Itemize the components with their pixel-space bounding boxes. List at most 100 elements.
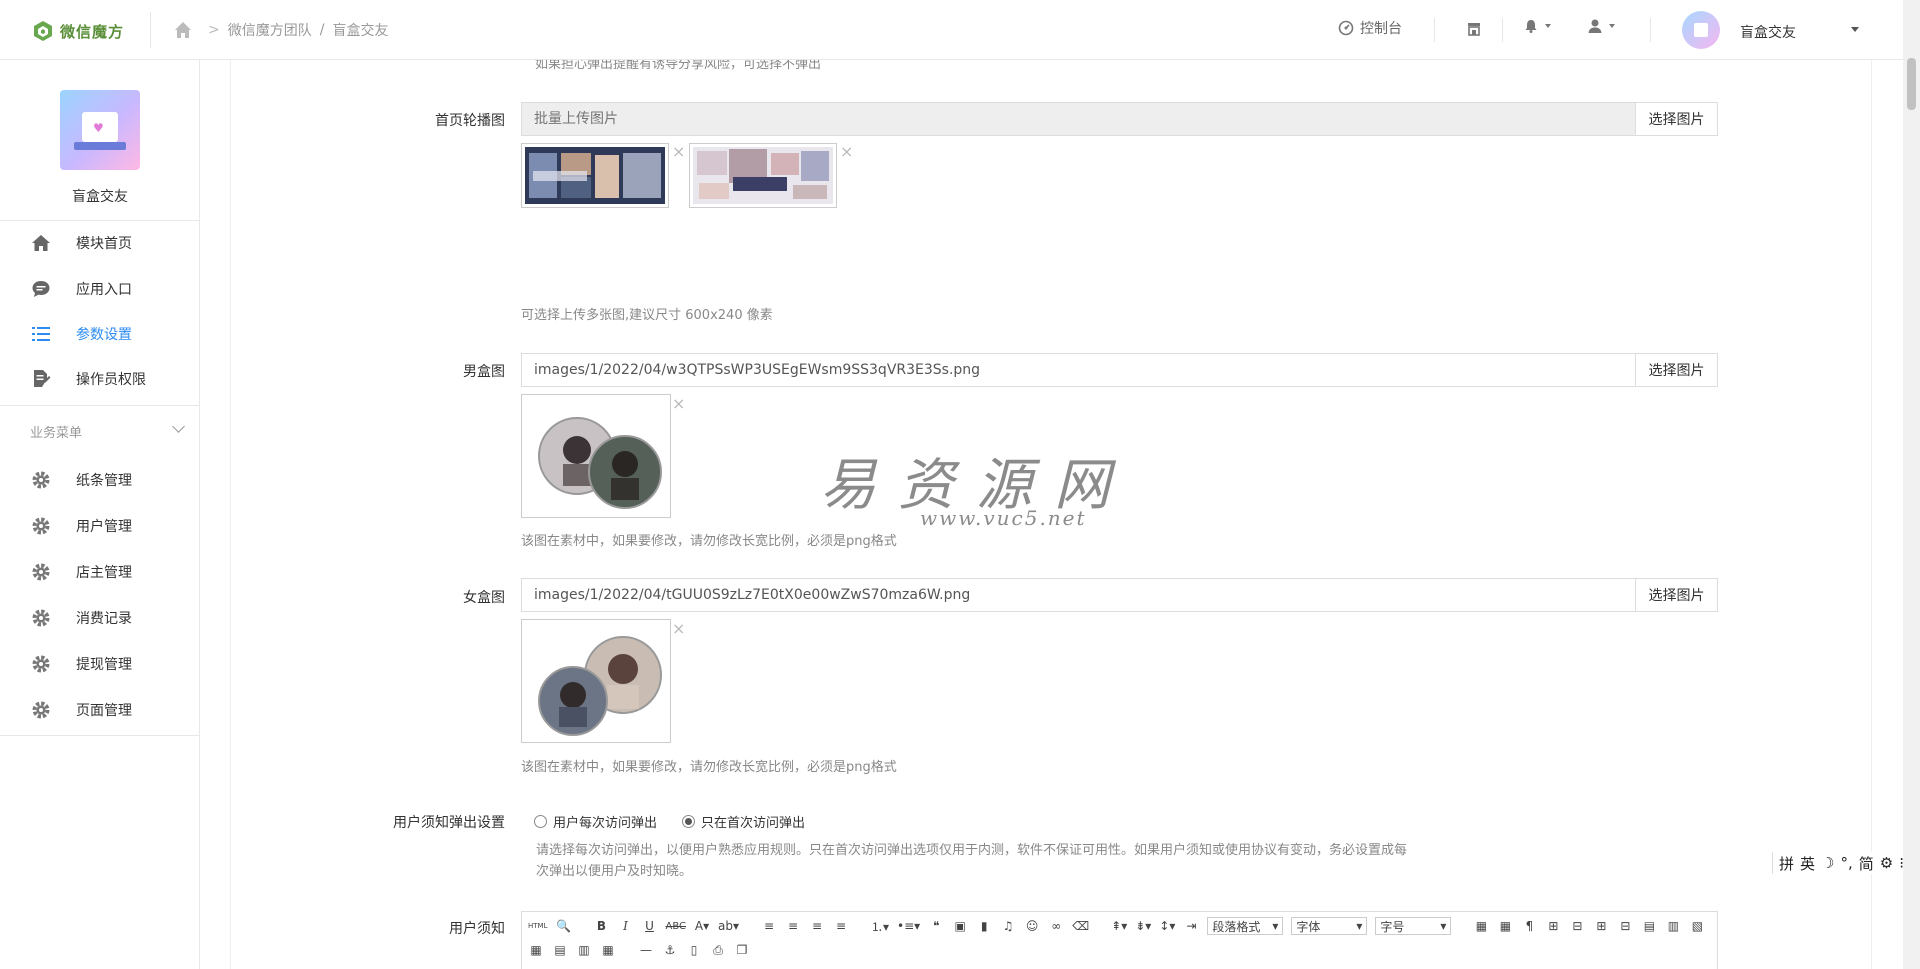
- close-icon[interactable]: ×: [672, 396, 685, 412]
- radio-button-checked[interactable]: [682, 815, 695, 828]
- sidebar-item-operator-permissions[interactable]: 操作员权限: [0, 359, 200, 399]
- chevron-down-icon[interactable]: [172, 420, 185, 433]
- vertical-scrollbar[interactable]: [1903, 0, 1920, 969]
- music-icon[interactable]: ♫: [1000, 917, 1016, 935]
- banner-upload-input[interactable]: [522, 103, 1635, 135]
- align-center-icon[interactable]: ≡: [785, 917, 801, 935]
- banner-image-thumb-2[interactable]: [689, 143, 837, 208]
- merge-right-icon[interactable]: ▥: [1665, 917, 1681, 935]
- insert-row-icon[interactable]: ⊞: [1545, 917, 1561, 935]
- ordered-list-icon[interactable]: ⒈▾: [871, 917, 889, 935]
- html-source-button[interactable]: HTML: [528, 917, 547, 935]
- blockquote-icon[interactable]: ❝: [928, 917, 944, 935]
- divider: [150, 12, 151, 48]
- female-box-image-thumb[interactable]: [521, 619, 671, 743]
- close-icon[interactable]: ×: [672, 144, 685, 160]
- file-icon[interactable]: ▮: [976, 917, 992, 935]
- sidebar-item-module-home[interactable]: 模块首页: [0, 223, 200, 263]
- paragraph-format-select[interactable]: 段落格式 ▾: [1207, 917, 1284, 935]
- table-props-icon[interactable]: ▦: [1497, 917, 1513, 935]
- sidebar-item-withdrawals[interactable]: 提现管理: [0, 644, 200, 684]
- delete-col-icon[interactable]: ⊟: [1617, 917, 1633, 935]
- merge-cells-icon[interactable]: ▤: [1641, 917, 1657, 935]
- divider: [0, 735, 200, 736]
- breadcrumb-item-app[interactable]: 盲盒交友: [332, 20, 388, 40]
- align-right-icon[interactable]: ≡: [809, 917, 825, 935]
- italic-icon[interactable]: I: [617, 917, 633, 935]
- close-icon[interactable]: ×: [672, 621, 685, 637]
- notice-popup-label: 用户须知弹出设置: [393, 815, 505, 831]
- radio-first-visit[interactable]: 只在首次访问弹出: [682, 812, 805, 831]
- insert-para-icon[interactable]: ¶: [1521, 917, 1537, 935]
- font-family-select[interactable]: 字体 ▾: [1291, 917, 1368, 935]
- insert-col-icon[interactable]: ⊞: [1593, 917, 1609, 935]
- horizontal-rule-icon[interactable]: —: [638, 941, 654, 959]
- radio-every-visit[interactable]: 用户每次访问弹出: [534, 812, 657, 831]
- table-grid-icon[interactable]: ▦: [600, 941, 616, 959]
- banner-image-thumb-1[interactable]: [521, 143, 669, 208]
- close-icon[interactable]: ×: [840, 144, 853, 160]
- split-rows-icon[interactable]: ▤: [552, 941, 568, 959]
- brand-logo[interactable]: 微信魔方: [32, 16, 124, 46]
- link-icon[interactable]: ∞: [1048, 917, 1064, 935]
- strikethrough-icon[interactable]: ABC: [665, 917, 686, 935]
- user-menu[interactable]: [1587, 18, 1615, 34]
- notifications-menu[interactable]: [1523, 18, 1551, 34]
- bold-icon[interactable]: B: [593, 917, 609, 935]
- cut-off-help-text: 如果担心弹出提醒有诱导分享风险，可选择不弹出: [535, 60, 822, 72]
- sidebar-item-settings[interactable]: 参数设置: [0, 314, 200, 354]
- scrollbar-thumb[interactable]: [1907, 58, 1916, 110]
- ime-simplified-label[interactable]: 简: [1859, 853, 1874, 874]
- align-left-icon[interactable]: ≡: [761, 917, 777, 935]
- delete-row-icon[interactable]: ⊟: [1569, 917, 1585, 935]
- punctuation-icon[interactable]: °,: [1840, 854, 1852, 872]
- split-cells-icon[interactable]: ▦: [528, 941, 544, 959]
- emoji-icon[interactable]: ☺: [1024, 917, 1040, 935]
- align-justify-icon[interactable]: ≡: [833, 917, 849, 935]
- female-box-select-image-button[interactable]: 选择图片: [1635, 579, 1717, 611]
- row-spacing-bottom-icon[interactable]: ⇟▾: [1135, 917, 1151, 935]
- chat-bubble-icon: [30, 278, 52, 300]
- merge-down-icon[interactable]: ▧: [1689, 917, 1705, 935]
- radio-button[interactable]: [534, 815, 547, 828]
- split-cols-icon[interactable]: ▥: [576, 941, 592, 959]
- highlight-icon[interactable]: ab▾: [718, 917, 739, 935]
- row-spacing-top-icon[interactable]: ⇞▾: [1111, 917, 1127, 935]
- sidebar-item-pages[interactable]: 页面管理: [0, 690, 200, 730]
- ime-english-label[interactable]: 英: [1800, 853, 1815, 874]
- image-icon[interactable]: ▣: [952, 917, 968, 935]
- ime-pinyin-label[interactable]: 拼: [1779, 853, 1794, 874]
- indent-icon[interactable]: ⇥: [1183, 917, 1199, 935]
- breadcrumb-item-team[interactable]: 微信魔方团队: [228, 20, 312, 40]
- sidebar-item-shopowners[interactable]: 店主管理: [0, 552, 200, 592]
- eraser-icon[interactable]: ⌫: [1072, 917, 1089, 935]
- user-name[interactable]: 盲盒交友: [1740, 22, 1796, 42]
- underline-icon[interactable]: U: [641, 917, 657, 935]
- preview-icon[interactable]: 🔍: [555, 917, 571, 935]
- banner-select-image-button[interactable]: 选择图片: [1635, 103, 1717, 135]
- console-link[interactable]: 控制台: [1338, 18, 1402, 38]
- sidebar-item-consumption-records[interactable]: 消费记录: [0, 598, 200, 638]
- avatar[interactable]: [1682, 11, 1720, 49]
- print-icon[interactable]: ⎙: [710, 941, 726, 959]
- page-break-icon[interactable]: ▯: [686, 941, 702, 959]
- male-box-select-image-button[interactable]: 选择图片: [1635, 354, 1717, 386]
- sidebar-item-users[interactable]: 用户管理: [0, 506, 200, 546]
- male-box-image-thumb[interactable]: [521, 394, 671, 518]
- store-icon[interactable]: [1466, 21, 1482, 37]
- moon-icon[interactable]: ☽: [1821, 854, 1834, 872]
- font-size-select[interactable]: 字号 ▾: [1375, 917, 1452, 935]
- male-box-image-input[interactable]: [522, 354, 1635, 386]
- bullet-list-icon[interactable]: •≡▾: [897, 917, 920, 935]
- home-icon[interactable]: [172, 19, 194, 41]
- table-icon[interactable]: ▦: [1473, 917, 1489, 935]
- line-height-icon[interactable]: ↕▾: [1159, 917, 1175, 935]
- sidebar-item-notes[interactable]: 纸条管理: [0, 460, 200, 500]
- gear-icon[interactable]: ⚙: [1880, 854, 1893, 872]
- font-color-icon[interactable]: A▾: [694, 917, 710, 935]
- female-box-image-input[interactable]: [522, 579, 1635, 611]
- anchor-icon[interactable]: ⚓: [662, 941, 678, 959]
- sidebar-item-app-entry[interactable]: 应用入口: [0, 269, 200, 309]
- caret-down-icon[interactable]: [1851, 27, 1859, 32]
- copy-icon[interactable]: ❐: [734, 941, 750, 959]
